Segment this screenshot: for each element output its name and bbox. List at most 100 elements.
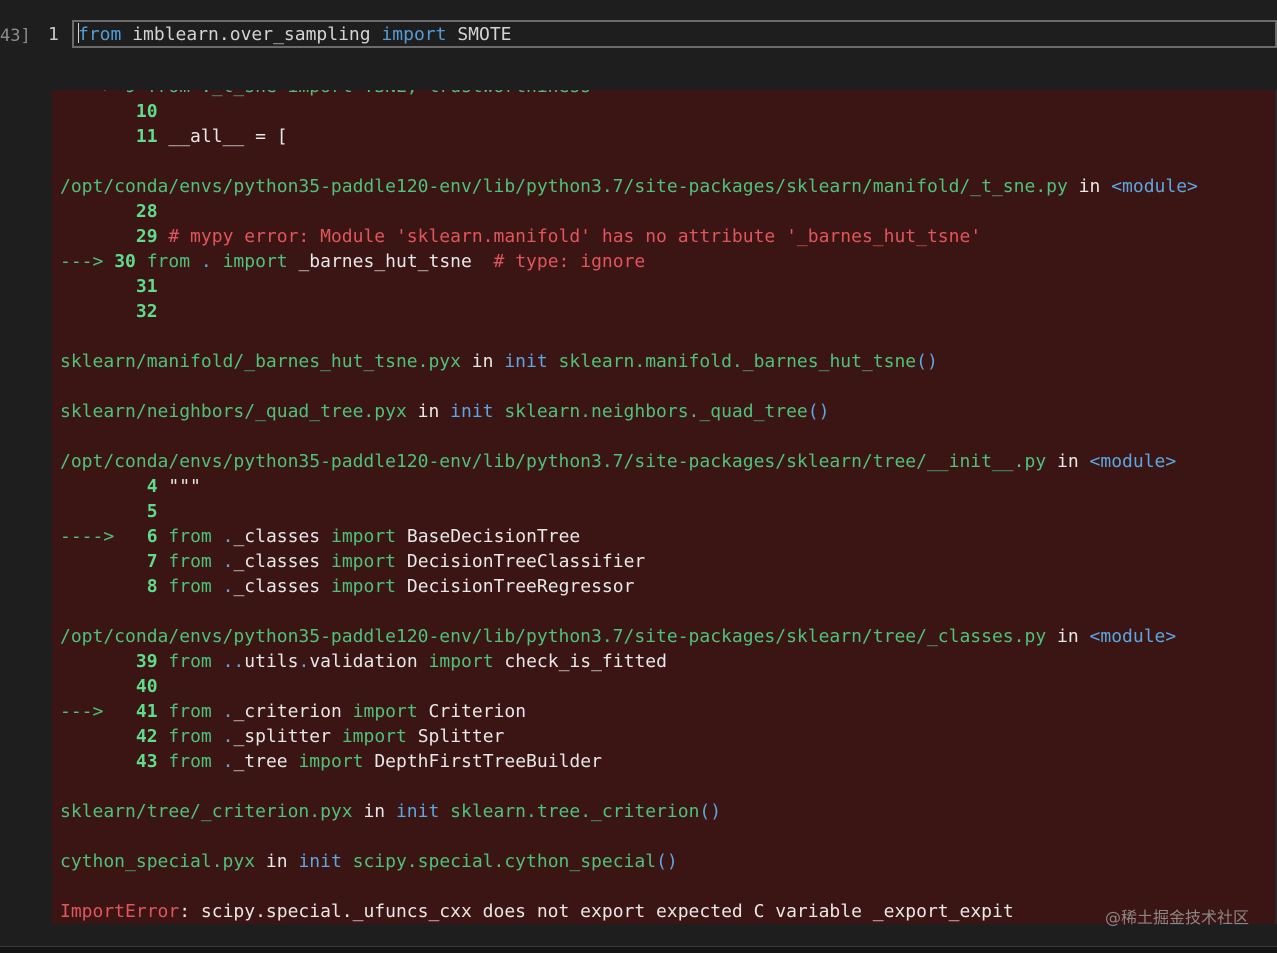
traceback-line: > 9 from ._t_sne import TSNE, trustworth… — [60, 90, 1198, 99]
keyword-from: from — [168, 751, 212, 772]
traceback-line: 39 from ..utils.validation import check_… — [60, 649, 1198, 674]
module-name: <module> — [1089, 626, 1177, 647]
line-number: 29 — [60, 226, 158, 247]
module-part: _classes — [233, 526, 321, 547]
traceback-arrow: ----> — [60, 526, 126, 547]
error-output: > 9 from ._t_sne import TSNE, trustworth… — [52, 90, 1275, 924]
line-number: 5 — [60, 501, 158, 522]
line-number: 8 — [60, 576, 158, 597]
keyword-import: import — [330, 576, 397, 597]
imported-name: DecisionTreeRegressor — [396, 576, 635, 597]
traceback-line: cython_special.pyx in init scipy.special… — [60, 849, 1198, 874]
traceback-line: sklearn/tree/_criterion.pyx in init skle… — [60, 799, 1198, 824]
keyword-in: in — [1067, 176, 1112, 197]
line-number: 42 — [60, 726, 158, 747]
imported-name: check_is_fitted — [493, 651, 667, 672]
traceback-line: 8 from ._classes import DecisionTreeRegr… — [60, 574, 1198, 599]
bottom-divider — [0, 946, 1277, 953]
file-path: /opt/conda/envs/python35-paddle120-env/l… — [60, 626, 1047, 647]
line-number: 28 — [60, 201, 158, 222]
code-text: """ — [157, 476, 201, 497]
file-path: sklearn/tree/_criterion.pyx — [60, 801, 353, 822]
error-message: : scipy.special._ufuncs_cxx does not exp… — [179, 901, 1014, 922]
keyword-in: in — [352, 801, 396, 822]
line-number: 32 — [60, 301, 158, 322]
function-parens: () — [807, 401, 830, 422]
traceback-line: ---> 30 from . import _barnes_hut_tsne #… — [60, 249, 1198, 274]
dot: . — [298, 651, 310, 672]
module-part: _splitter — [233, 726, 331, 747]
keyword-in: in — [460, 351, 505, 372]
keyword-import: import — [330, 551, 397, 572]
input-code-line[interactable]: from imblearn.over_sampling import SMOTE — [78, 22, 512, 48]
line-number: 4 — [60, 476, 158, 497]
function-name: scipy.special.cython_special — [352, 851, 657, 872]
traceback-line: 11 __all__ = [ — [60, 124, 1198, 149]
code-editor[interactable]: from imblearn.over_sampling import SMOTE — [72, 20, 1277, 48]
keyword-in: in — [255, 851, 299, 872]
traceback-line: /opt/conda/envs/python35-paddle120-env/l… — [60, 449, 1198, 474]
line-number: 30 — [114, 251, 136, 272]
traceback-line: 10 — [60, 99, 1198, 124]
traceback-text: > 9 from ._t_sne import TSNE, trustworth… — [60, 90, 1198, 924]
code-text: __all__ = [ — [157, 126, 288, 147]
code-comment: # type: ignore — [493, 251, 646, 272]
line-number: 31 — [60, 276, 158, 297]
line-number: 6 — [146, 526, 158, 547]
imported-name: SMOTE — [446, 24, 512, 45]
imported-name: BaseDecisionTree — [396, 526, 581, 547]
keyword-import: import — [298, 751, 364, 772]
traceback-arrow: ---> — [60, 251, 115, 272]
function-name: sklearn.tree._criterion — [450, 801, 700, 822]
line-number: 10 — [60, 101, 158, 122]
keyword-from: from — [168, 726, 212, 747]
module-part: _tree — [233, 751, 288, 772]
line-number: 41 — [135, 701, 158, 722]
function-name: sklearn.neighbors._quad_tree — [504, 401, 808, 422]
traceback-line — [60, 599, 1198, 624]
traceback-line: 40 — [60, 674, 1198, 699]
traceback-line: /opt/conda/envs/python35-paddle120-env/l… — [60, 624, 1198, 649]
execution-count: 43] — [0, 26, 31, 46]
keyword-import: import — [341, 726, 407, 747]
code-cell-input[interactable]: 1 from imblearn.over_sampling import SMO… — [40, 18, 1277, 90]
clipped-line: > 9 from ._t_sne import TSNE, trustworth… — [60, 90, 591, 97]
function-parens: () — [916, 351, 938, 372]
traceback-line: ImportError: scipy.special._ufuncs_cxx d… — [60, 899, 1198, 924]
relative-dots: . — [222, 726, 234, 747]
keyword-init: init — [298, 851, 353, 872]
module-part: validation — [309, 651, 418, 672]
relative-dots: . — [222, 751, 234, 772]
keyword-from: from — [168, 526, 212, 547]
keyword-from: from — [146, 251, 191, 272]
keyword-import: import — [381, 24, 447, 45]
file-path: /opt/conda/envs/python35-paddle120-env/l… — [60, 451, 1047, 472]
line-number: 40 — [60, 676, 158, 697]
keyword-import: import — [428, 651, 494, 672]
keyword-in: in — [1046, 451, 1090, 472]
traceback-line: 7 from ._classes import DecisionTreeClas… — [60, 549, 1198, 574]
